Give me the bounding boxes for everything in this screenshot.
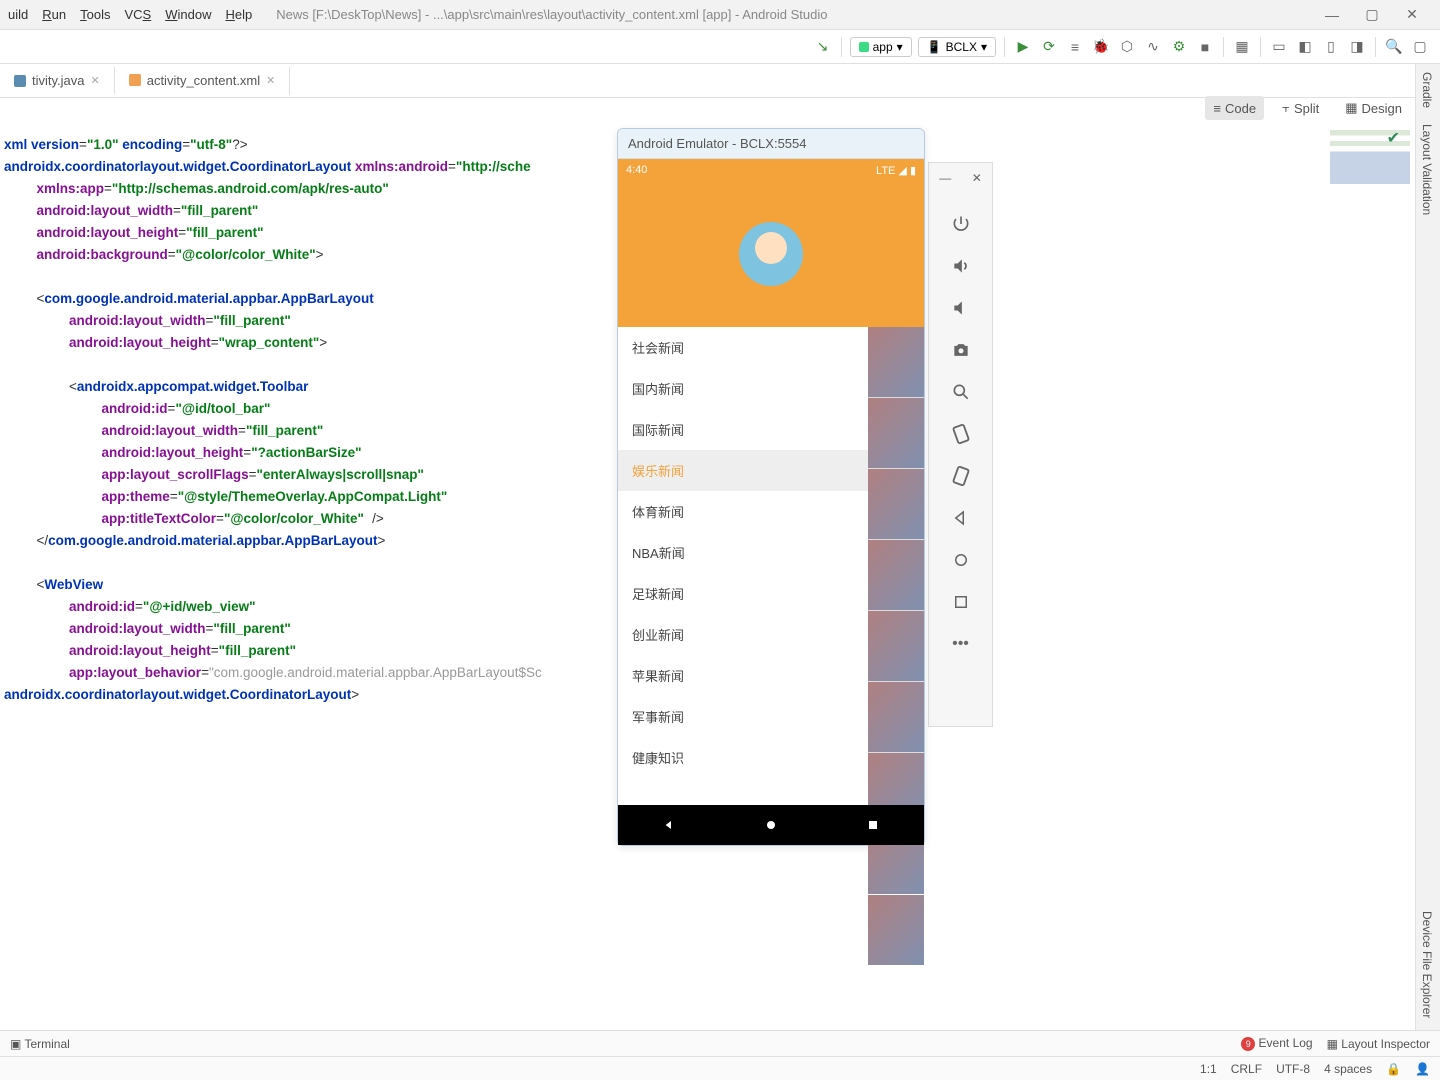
profile-icon[interactable]: ∿ (1143, 37, 1163, 57)
zoom-icon[interactable] (950, 381, 972, 403)
maximize-icon[interactable]: ▢ (1352, 6, 1392, 23)
window-title: News [F:\DeskTop\News] - ...\app\src\mai… (276, 7, 1312, 22)
volume-up-icon[interactable] (950, 255, 972, 277)
tab-close-icon[interactable]: ✕ (91, 74, 100, 87)
drawer-item[interactable]: 健康知识 (618, 737, 868, 778)
drawer-item[interactable]: 国内新闻 (618, 368, 868, 409)
layout-inspector-tool[interactable]: ▦ Layout Inspector (1327, 1037, 1430, 1051)
content-behind (868, 327, 924, 805)
drawer-item[interactable]: 足球新闻 (618, 573, 868, 614)
device-navbar (618, 805, 924, 845)
toolbar: ↘ app ▾ 📱 BCLX ▾ ▶ ⟳ ≡ 🐞 ⬡ ∿ ⚙ ■ ▦ ▭ ◧ ▯… (0, 30, 1440, 64)
device-screen[interactable]: 4:40 LTE ◢ ▮ 社会新闻国内新闻国际新闻娱乐新闻体育新闻NBA新闻足球… (618, 159, 924, 845)
drawer-item[interactable]: 体育新闻 (618, 491, 868, 532)
right-tool-rail: Gradle Layout Validation Device File Exp… (1415, 64, 1440, 1030)
run-icon[interactable]: ▶ (1013, 37, 1033, 57)
device-time: 4:40 (626, 164, 647, 176)
drawer-item[interactable]: 军事新闻 (618, 696, 868, 737)
coverage-icon[interactable]: ⬡ (1117, 37, 1137, 57)
menu-help[interactable]: Help (225, 7, 252, 22)
terminal-tool[interactable]: ▣ Terminal (10, 1037, 70, 1051)
java-icon (14, 75, 26, 87)
bottom-status: 1:1 CRLF UTF-8 4 spaces 🔒 👤 (0, 1056, 1440, 1080)
debug-attach-icon[interactable]: ≡ (1065, 37, 1085, 57)
close-icon[interactable]: ✕ (1392, 6, 1432, 23)
nav-back-icon[interactable] (950, 507, 972, 529)
status-bar: ▣ Terminal 9 Event Log ▦ Layout Inspecto… (0, 1030, 1440, 1056)
avd-icon[interactable]: ⚙ (1169, 37, 1189, 57)
menubar: uild Run Tools VCS Window Help News [F:\… (0, 0, 1440, 30)
tool3-icon[interactable]: ◧ (1295, 37, 1315, 57)
xml-icon (129, 74, 141, 86)
drawer-item[interactable]: 苹果新闻 (618, 655, 868, 696)
menu-run[interactable]: Run (42, 7, 66, 22)
tool2-icon[interactable]: ▭ (1269, 37, 1289, 57)
emulator-window: Android Emulator - BCLX:5554 4:40 LTE ◢ … (617, 128, 925, 846)
tool1-icon[interactable]: ▦ (1232, 37, 1252, 57)
device-net: LTE ◢ ▮ (876, 164, 916, 177)
home-icon[interactable] (763, 817, 779, 833)
drawer-item[interactable]: NBA新闻 (618, 532, 868, 573)
view-mode-tabs: ≡ Code ⫟ Split ▦ Design (1205, 96, 1410, 120)
drawer-header (618, 181, 924, 327)
file-encoding[interactable]: UTF-8 (1276, 1062, 1310, 1076)
device-file-explorer-tool[interactable]: Device File Explorer (1416, 903, 1438, 1026)
user-icon[interactable]: ▢ (1410, 37, 1430, 57)
run-config-selector[interactable]: app ▾ (850, 37, 912, 57)
rotate-right-icon[interactable] (950, 465, 972, 487)
volume-down-icon[interactable] (950, 297, 972, 319)
tab-activity-content-xml[interactable]: activity_content.xml✕ (115, 67, 291, 96)
tab-activity-java[interactable]: tivity.java✕ (0, 67, 115, 94)
rotate-left-icon[interactable] (950, 423, 972, 445)
view-design[interactable]: ▦ Design (1337, 96, 1410, 120)
tab-close-icon[interactable]: ✕ (266, 74, 275, 87)
line-separator[interactable]: CRLF (1231, 1062, 1262, 1076)
camera-icon[interactable] (950, 339, 972, 361)
nav-drawer: 社会新闻国内新闻国际新闻娱乐新闻体育新闻NBA新闻足球新闻创业新闻苹果新闻军事新… (618, 327, 868, 805)
inspector-icon[interactable]: 👤 (1415, 1062, 1430, 1076)
more-icon[interactable]: ••• (950, 633, 972, 655)
stop-icon[interactable]: ■ (1195, 37, 1215, 57)
event-log-tool[interactable]: 9 Event Log (1241, 1036, 1312, 1051)
sync-icon[interactable]: ↘ (813, 37, 833, 57)
drawer-item[interactable]: 创业新闻 (618, 614, 868, 655)
gradle-tool[interactable]: Gradle (1416, 64, 1438, 116)
device-selector[interactable]: 📱 BCLX ▾ (918, 37, 996, 57)
view-split[interactable]: ⫟ Split (1274, 96, 1327, 120)
menu-vcs[interactable]: VCS (124, 7, 151, 22)
minimize-icon[interactable]: ― (1312, 7, 1352, 23)
tool4-icon[interactable]: ▯ (1321, 37, 1341, 57)
device-statusbar: 4:40 LTE ◢ ▮ (618, 159, 924, 181)
drawer-item[interactable]: 娱乐新闻 (618, 450, 868, 491)
emu-close-icon[interactable]: ✕ (972, 171, 982, 185)
recents-icon[interactable] (865, 817, 881, 833)
emulator-controls: ― ✕ ••• (928, 162, 993, 727)
debug-icon[interactable]: 🐞 (1091, 37, 1111, 57)
tool5-icon[interactable]: ◨ (1347, 37, 1367, 57)
avatar[interactable] (739, 222, 803, 286)
power-icon[interactable] (950, 213, 972, 235)
layout-validation-tool[interactable]: Layout Validation (1416, 116, 1438, 223)
drawer-item[interactable]: 社会新闻 (618, 327, 868, 368)
android-icon (859, 42, 869, 52)
indent[interactable]: 4 spaces (1324, 1062, 1372, 1076)
drawer-item[interactable]: 国际新闻 (618, 409, 868, 450)
emulator-title[interactable]: Android Emulator - BCLX:5554 (618, 129, 924, 159)
nav-home-icon[interactable] (950, 549, 972, 571)
menu-build[interactable]: uild (8, 7, 28, 22)
lock-icon[interactable]: 🔒 (1386, 1062, 1401, 1076)
inspection-ok-icon: ✔ (1387, 128, 1400, 148)
editor-tabs: tivity.java✕ activity_content.xml✕ (0, 64, 1440, 98)
view-code[interactable]: ≡ Code (1205, 96, 1264, 120)
menu-window[interactable]: Window (165, 7, 211, 22)
search-icon[interactable]: 🔍 (1384, 37, 1404, 57)
menu-tools[interactable]: Tools (80, 7, 110, 22)
back-icon[interactable] (661, 817, 677, 833)
apply-changes-icon[interactable]: ⟳ (1039, 37, 1059, 57)
emu-minimize-icon[interactable]: ― (939, 171, 951, 185)
caret-position[interactable]: 1:1 (1200, 1062, 1217, 1076)
nav-overview-icon[interactable] (950, 591, 972, 613)
